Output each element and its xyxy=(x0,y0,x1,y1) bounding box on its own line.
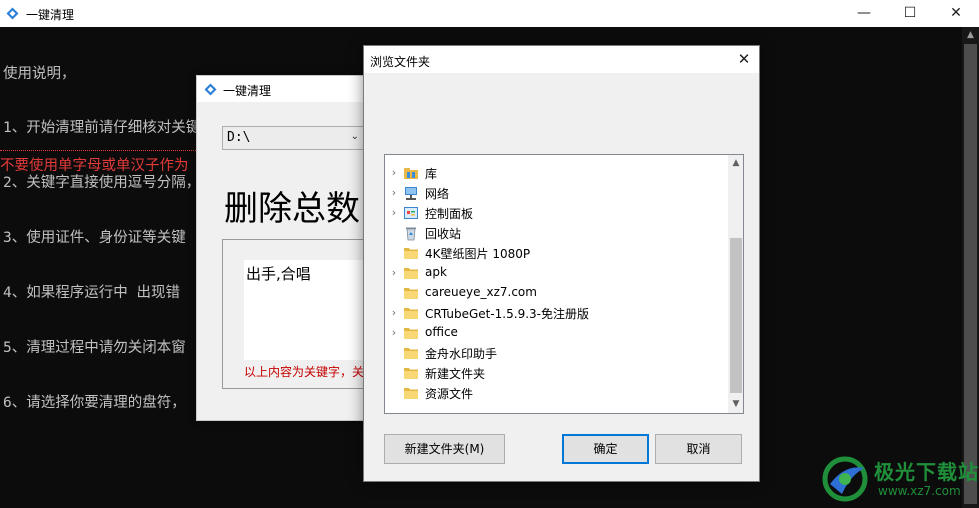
tree-item[interactable]: 4K壁纸图片 1080P xyxy=(385,243,728,263)
tree-item-label: 新建文件夹 xyxy=(425,367,486,381)
chevron-right-icon[interactable]: › xyxy=(388,166,400,180)
network-icon xyxy=(403,185,419,201)
tree-item[interactable]: › office xyxy=(385,323,728,343)
drive-select[interactable]: D:\ ⌄ xyxy=(222,126,367,150)
watermark: 极光下载站 www.xz7.com xyxy=(816,452,979,508)
scroll-down-arrow-icon[interactable]: ▼ xyxy=(728,396,743,413)
delete-total-label: 删除总数 xyxy=(224,189,360,229)
app-icon xyxy=(6,7,19,20)
tree-item-label: CRTubeGet-1.5.9.3-免注册版 xyxy=(425,307,589,321)
tree-item-label: 金舟水印助手 xyxy=(425,347,498,361)
drive-value: D:\ xyxy=(227,130,251,145)
browse-titlebar[interactable]: 浏览文件夹 ✕ xyxy=(364,46,759,73)
folder-icon xyxy=(403,325,419,341)
tree-item-label: 回收站 xyxy=(425,227,462,241)
scroll-up-arrow-icon[interactable]: ▲ xyxy=(962,27,979,44)
folder-icon xyxy=(403,265,419,281)
console-scroll-thumb[interactable] xyxy=(964,44,977,504)
tree-item-label: apk xyxy=(425,265,447,279)
cleaner-titlebar[interactable]: 一键清理 xyxy=(197,76,377,102)
folder-icon xyxy=(403,345,419,361)
tree-item-label: 资源文件 xyxy=(425,387,474,401)
console-title: 一键清理 xyxy=(26,8,75,22)
chevron-right-icon[interactable]: › xyxy=(388,326,400,340)
minimize-button[interactable]: — xyxy=(841,0,887,27)
tree-item[interactable]: › 控制面板 xyxy=(385,203,728,223)
folder-icon xyxy=(403,365,419,381)
tree-item-label: careueye_xz7.com xyxy=(425,285,537,299)
folder-icon xyxy=(403,245,419,261)
keyword-input[interactable]: 出手,合唱 xyxy=(244,260,377,360)
console-titlebar[interactable]: 一键清理 — ☐ ✕ xyxy=(0,0,979,27)
tree-item[interactable]: 资源文件 xyxy=(385,383,728,403)
recycle-bin-icon xyxy=(403,225,419,241)
tree-item[interactable]: › 库 xyxy=(385,163,728,183)
watermark-logo-icon xyxy=(822,456,868,502)
tree-item[interactable]: › 网络 xyxy=(385,183,728,203)
console-separator xyxy=(0,150,200,151)
tree-item-label: 库 xyxy=(425,167,438,181)
tree-scroll-thumb[interactable] xyxy=(730,238,742,393)
chevron-down-icon: ⌄ xyxy=(350,131,359,142)
folder-tree[interactable]: › 库 › 网络 › 控制面板 回收站 4K壁纸图片 1080P › apk careueye_xz… xyxy=(384,154,744,414)
tree-item[interactable]: › CRTubeGet-1.5.9.3-免注册版 xyxy=(385,303,728,323)
close-button[interactable]: ✕ xyxy=(734,49,754,69)
new-folder-button[interactable]: 新建文件夹(M) xyxy=(384,434,505,464)
cleaner-title: 一键清理 xyxy=(223,84,272,98)
library-icon xyxy=(403,165,419,181)
folder-icon xyxy=(403,305,419,321)
ok-button[interactable]: 确定 xyxy=(562,434,649,464)
tree-item[interactable]: 新建文件夹 xyxy=(385,363,728,383)
browse-folder-dialog: 浏览文件夹 ✕ › 库 › 网络 › 控制面板 回收站 4K壁纸图片 1080P › apk car… xyxy=(363,45,760,482)
control-panel-icon xyxy=(403,205,419,221)
maximize-button[interactable]: ☐ xyxy=(887,0,933,27)
keyword-hint: 以上内容为关键字，关键 xyxy=(244,365,377,379)
scroll-up-arrow-icon[interactable]: ▲ xyxy=(728,155,743,172)
tree-item[interactable]: 金舟水印助手 xyxy=(385,343,728,363)
app-icon xyxy=(204,83,217,96)
folder-icon xyxy=(403,385,419,401)
tree-item[interactable]: › apk xyxy=(385,263,728,283)
cancel-button[interactable]: 取消 xyxy=(655,434,742,464)
keyword-text: 出手,合唱 xyxy=(246,265,311,283)
tree-item[interactable]: careueye_xz7.com xyxy=(385,283,728,303)
cleaner-window: 一键清理 D:\ ⌄ 删除总数 出手,合唱 以上内容为关键字，关键 xyxy=(196,75,378,421)
browse-title: 浏览文件夹 xyxy=(370,55,431,69)
tree-item-label: 4K壁纸图片 1080P xyxy=(425,247,531,261)
chevron-right-icon[interactable]: › xyxy=(388,306,400,320)
tree-item-label: 网络 xyxy=(425,187,450,201)
watermark-url: www.xz7.com xyxy=(878,484,961,498)
keyword-group: 出手,合唱 以上内容为关键字，关键 xyxy=(222,239,377,389)
folder-icon xyxy=(403,285,419,301)
chevron-right-icon[interactable]: › xyxy=(388,266,400,280)
tree-item-label: 控制面板 xyxy=(425,207,474,221)
tree-item-label: office xyxy=(425,325,458,339)
watermark-name: 极光下载站 xyxy=(874,460,979,484)
chevron-right-icon[interactable]: › xyxy=(388,206,400,220)
console-warning: 不要使用单字母或单汉子作为 xyxy=(0,158,189,174)
tree-scrollbar[interactable]: ▲ ▼ xyxy=(728,155,743,413)
chevron-right-icon[interactable]: › xyxy=(388,186,400,200)
tree-item[interactable]: 回收站 xyxy=(385,223,728,243)
close-button[interactable]: ✕ xyxy=(933,0,979,27)
